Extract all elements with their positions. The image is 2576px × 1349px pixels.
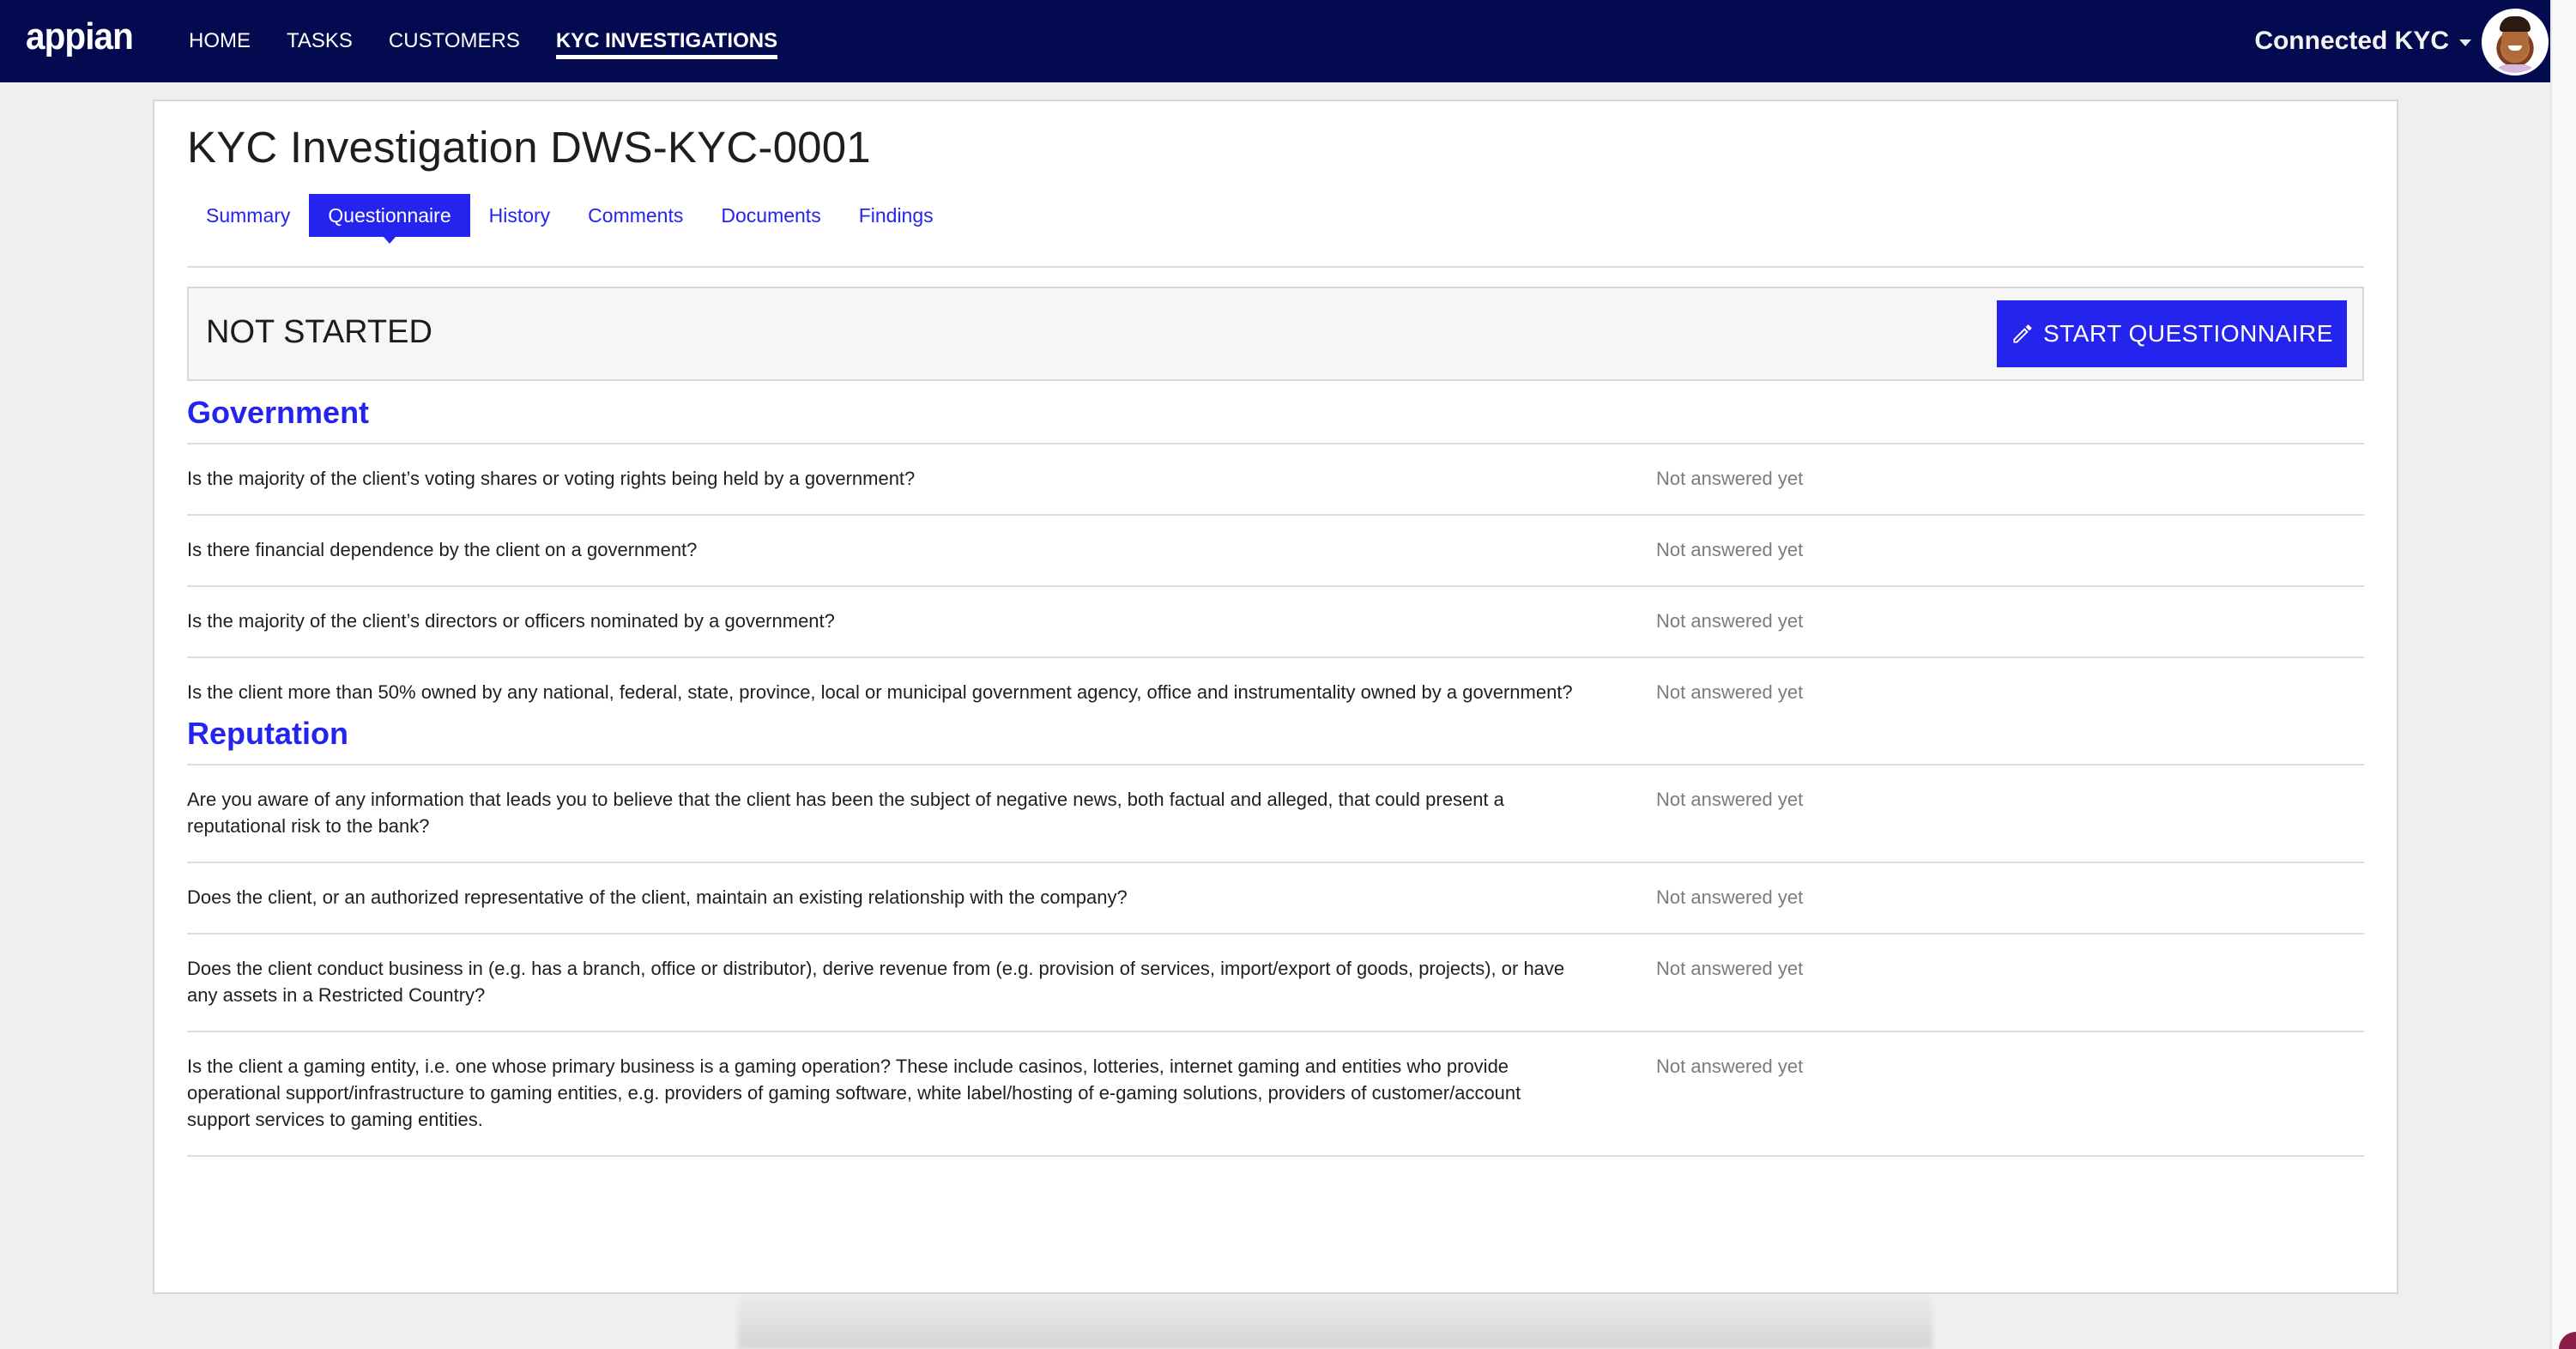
question-row: Are you aware of any information that le…	[187, 765, 2364, 863]
question-text: Is the client a gaming entity, i.e. one …	[187, 1056, 1521, 1130]
tab-questionnaire[interactable]: Questionnaire	[309, 194, 470, 244]
questionnaire-sections: Government Is the majority of the client…	[187, 393, 2364, 1157]
start-questionnaire-button[interactable]: START QUESTIONNAIRE	[1997, 300, 2347, 367]
caret-down-icon	[2459, 39, 2471, 46]
answer-status: Not answered yet	[1656, 958, 1804, 979]
tab-documents[interactable]: Documents	[702, 194, 839, 237]
section-heading-reputation: Reputation	[187, 714, 2364, 765]
answer-status: Not answered yet	[1656, 610, 1804, 632]
start-questionnaire-label: START QUESTIONNAIRE	[2043, 320, 2333, 347]
question-row: Is the client more than 50% owned by any…	[187, 658, 2364, 714]
pencil-icon	[2013, 324, 2032, 343]
question-row: Is the majority of the client’s director…	[187, 587, 2364, 658]
question-text: Are you aware of any information that le…	[187, 789, 1504, 837]
nav-home[interactable]: HOME	[189, 0, 251, 82]
nav-tasks[interactable]: TASKS	[287, 0, 353, 82]
record-tabs: Summary Questionnaire History Comments D…	[187, 194, 952, 244]
question-text: Is the majority of the client’s voting s…	[187, 468, 916, 489]
avatar-hair	[2500, 16, 2531, 32]
answer-status: Not answered yet	[1656, 539, 1804, 560]
user-menu[interactable]: Connected KYC	[2254, 0, 2471, 82]
tabs-divider	[187, 266, 2364, 268]
question-row: Does the client conduct business in (e.g…	[187, 935, 2364, 1032]
question-row: Is there financial dependence by the cli…	[187, 516, 2364, 587]
question-text: Is the majority of the client’s director…	[187, 610, 835, 632]
avatar-shirt	[2491, 64, 2539, 73]
answer-status: Not answered yet	[1656, 468, 1804, 489]
question-text: Does the client, or an authorized repres…	[187, 886, 1128, 908]
question-text: Is the client more than 50% owned by any…	[187, 681, 1573, 703]
window-corner	[2559, 1332, 2576, 1349]
page-title: KYC Investigation DWS-KYC-0001	[187, 123, 871, 172]
question-row: Is the client a gaming entity, i.e. one …	[187, 1032, 2364, 1157]
question-row: Does the client, or an authorized repres…	[187, 863, 2364, 935]
nav-kyc-investigations[interactable]: KYC INVESTIGATIONS	[555, 0, 778, 82]
user-menu-label: Connected KYC	[2254, 27, 2449, 55]
answer-status: Not answered yet	[1656, 789, 1804, 810]
top-navbar: appian HOME TASKS CUSTOMERS KYC INVESTIG…	[0, 0, 2550, 82]
answer-status: Not answered yet	[1656, 886, 1804, 908]
section-heading-government: Government	[187, 393, 2364, 445]
vertical-scrollbar[interactable]	[2550, 0, 2576, 1349]
appian-logo[interactable]: appian	[26, 15, 134, 58]
status-text: NOT STARTED	[206, 314, 432, 350]
nav-customers[interactable]: CUSTOMERS	[389, 0, 520, 82]
main-nav: HOME TASKS CUSTOMERS KYC INVESTIGATIONS	[189, 0, 813, 82]
investigation-card: KYC Investigation DWS-KYC-0001 Summary Q…	[153, 100, 2398, 1294]
tab-comments[interactable]: Comments	[569, 194, 702, 237]
tab-history[interactable]: History	[470, 194, 570, 237]
question-row: Is the majority of the client’s voting s…	[187, 445, 2364, 516]
answer-status: Not answered yet	[1656, 681, 1804, 703]
status-box: NOT STARTED START QUESTIONNAIRE	[187, 287, 2364, 381]
question-text: Does the client conduct business in (e.g…	[187, 958, 1565, 1006]
answer-status: Not answered yet	[1656, 1056, 1804, 1077]
question-text: Is there financial dependence by the cli…	[187, 539, 698, 560]
tab-findings[interactable]: Findings	[840, 194, 952, 237]
bottom-shadow	[738, 1294, 1932, 1349]
user-avatar[interactable]	[2482, 9, 2549, 76]
tab-summary[interactable]: Summary	[187, 194, 309, 237]
